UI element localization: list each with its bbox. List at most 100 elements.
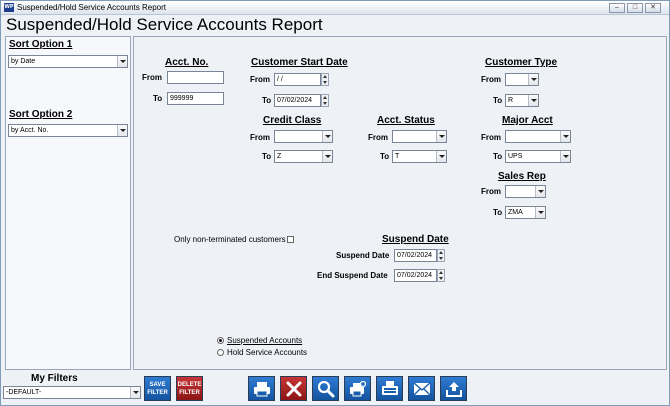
sort-option-2-select[interactable]: by Acct. No. xyxy=(8,124,128,137)
sort-option-1-label: Sort Option 1 xyxy=(9,39,73,50)
chevron-down-icon[interactable] xyxy=(528,95,538,106)
customer-start-date-header: Customer Start Date xyxy=(251,57,348,68)
start-date-from-label: From xyxy=(250,75,270,84)
spinner-icon[interactable] xyxy=(437,269,445,282)
delete-filter-line2: FILTER xyxy=(179,390,200,396)
major-acct-to-select[interactable]: UPS xyxy=(505,150,571,163)
suspended-accounts-radio[interactable] xyxy=(217,337,224,344)
acct-no-from-input[interactable] xyxy=(167,71,224,84)
save-filter-line2: FILTER xyxy=(147,390,168,396)
print-preview-icon xyxy=(350,380,367,397)
start-date-from-input[interactable]: / / xyxy=(274,73,329,86)
title-bar: WP Suspended/Hold Service Accounts Repor… xyxy=(1,1,669,15)
major-acct-from-select[interactable] xyxy=(505,130,571,143)
spinner-icon[interactable] xyxy=(321,73,329,86)
minimize-button[interactable]: – xyxy=(609,3,625,13)
search-icon xyxy=(317,380,335,398)
customer-type-to-label: To xyxy=(493,96,503,105)
close-window-button[interactable]: ✕ xyxy=(645,3,661,13)
acct-status-to-label: To xyxy=(380,152,390,161)
chevron-down-icon[interactable] xyxy=(560,131,570,142)
my-filters-label: My Filters xyxy=(31,373,78,384)
start-date-from-value: / / xyxy=(277,76,283,83)
email-icon xyxy=(413,382,431,396)
suspend-date-start-label: Suspend Date xyxy=(336,251,390,260)
acct-status-to-value: T xyxy=(395,153,400,160)
start-date-to-input[interactable]: 07/02/2024 xyxy=(274,94,329,107)
hold-service-accounts-label[interactable]: Hold Service Accounts xyxy=(227,347,307,358)
hold-service-accounts-radio[interactable] xyxy=(217,349,224,356)
chevron-down-icon[interactable] xyxy=(322,151,332,162)
customer-type-to-value: R xyxy=(508,97,514,104)
acct-no-to-label: To xyxy=(153,94,163,103)
acct-no-from-label: From xyxy=(142,73,162,82)
fax-icon xyxy=(382,381,398,395)
window-caption: Suspended/Hold Service Accounts Report xyxy=(17,3,166,12)
sales-rep-to-select[interactable]: ZMA xyxy=(505,206,546,219)
save-filter-line1: SAVE xyxy=(149,382,166,388)
suspended-accounts-label[interactable]: Suspended Accounts xyxy=(227,335,302,346)
chevron-down-icon[interactable] xyxy=(535,186,545,197)
close-x-icon xyxy=(286,381,302,397)
fax-button[interactable] xyxy=(376,376,403,401)
app-logo-icon: WP xyxy=(4,3,14,12)
credit-class-from-select[interactable] xyxy=(274,130,333,143)
major-acct-to-label: To xyxy=(493,152,503,161)
acct-no-to-input[interactable]: 999999 xyxy=(167,92,224,105)
customer-type-from-label: From xyxy=(481,75,501,84)
major-acct-header: Major Acct xyxy=(502,115,553,126)
credit-class-from-label: From xyxy=(250,133,270,142)
preview-button[interactable] xyxy=(312,376,339,401)
print-icon xyxy=(254,382,270,397)
maximize-button[interactable]: □ xyxy=(627,3,643,13)
report-window: WP Suspended/Hold Service Accounts Repor… xyxy=(0,0,670,406)
sales-rep-header: Sales Rep xyxy=(498,171,546,182)
email-button[interactable] xyxy=(408,376,435,401)
acct-status-header: Acct. Status xyxy=(377,115,435,126)
export-button[interactable] xyxy=(440,376,467,401)
print-preview-button[interactable] xyxy=(344,376,371,401)
chevron-down-icon[interactable] xyxy=(130,387,140,398)
sales-rep-from-label: From xyxy=(481,187,501,196)
chevron-down-icon[interactable] xyxy=(528,74,538,85)
spinner-icon[interactable] xyxy=(437,249,445,262)
chevron-down-icon[interactable] xyxy=(436,131,446,142)
suspend-date-start-value: 07/02/2024 xyxy=(397,252,433,259)
chevron-down-icon[interactable] xyxy=(436,151,446,162)
credit-class-to-label: To xyxy=(262,152,272,161)
customer-type-from-select[interactable] xyxy=(505,73,539,86)
my-filters-value: -DEFAULT- xyxy=(6,389,42,396)
chevron-down-icon[interactable] xyxy=(535,207,545,218)
save-filter-button[interactable]: SAVE FILTER xyxy=(144,376,171,401)
spinner-icon[interactable] xyxy=(321,94,329,107)
credit-class-to-select[interactable]: Z xyxy=(274,150,333,163)
my-filters-select[interactable]: -DEFAULT- xyxy=(3,386,141,399)
sort-option-1-select[interactable]: by Date xyxy=(8,55,128,68)
major-acct-from-label: From xyxy=(481,133,501,142)
suspend-date-start-input[interactable]: 07/02/2024 xyxy=(394,249,445,262)
suspend-date-end-value: 07/02/2024 xyxy=(397,272,433,279)
sales-rep-to-value: ZMA xyxy=(508,209,523,216)
suspend-date-end-input[interactable]: 07/02/2024 xyxy=(394,269,445,282)
delete-filter-button[interactable]: DELETE FILTER xyxy=(176,376,203,401)
customer-type-header: Customer Type xyxy=(485,57,558,68)
acct-status-to-select[interactable]: T xyxy=(392,150,447,163)
acct-no-header: Acct. No. xyxy=(165,57,209,68)
sales-rep-from-select[interactable] xyxy=(505,185,546,198)
major-acct-to-value: UPS xyxy=(508,153,523,160)
chevron-down-icon[interactable] xyxy=(117,56,127,67)
print-button[interactable] xyxy=(248,376,275,401)
start-date-to-label: To xyxy=(262,96,272,105)
customer-type-to-select[interactable]: R xyxy=(505,94,539,107)
sales-rep-to-label: To xyxy=(493,208,503,217)
sort-option-2-value: by Acct. No. xyxy=(11,127,49,134)
cancel-button[interactable] xyxy=(280,376,307,401)
non-terminated-label: Only non-terminated customers xyxy=(174,235,286,244)
chevron-down-icon[interactable] xyxy=(117,125,127,136)
acct-status-from-select[interactable] xyxy=(392,130,447,143)
non-terminated-checkbox[interactable] xyxy=(287,236,294,243)
chevron-down-icon[interactable] xyxy=(560,151,570,162)
sort-sidebar: Sort Option 1 by Date Sort Option 2 by A… xyxy=(5,36,131,370)
chevron-down-icon[interactable] xyxy=(322,131,332,142)
filter-panel: Acct. No. From To 999999 Customer Start … xyxy=(133,36,667,370)
